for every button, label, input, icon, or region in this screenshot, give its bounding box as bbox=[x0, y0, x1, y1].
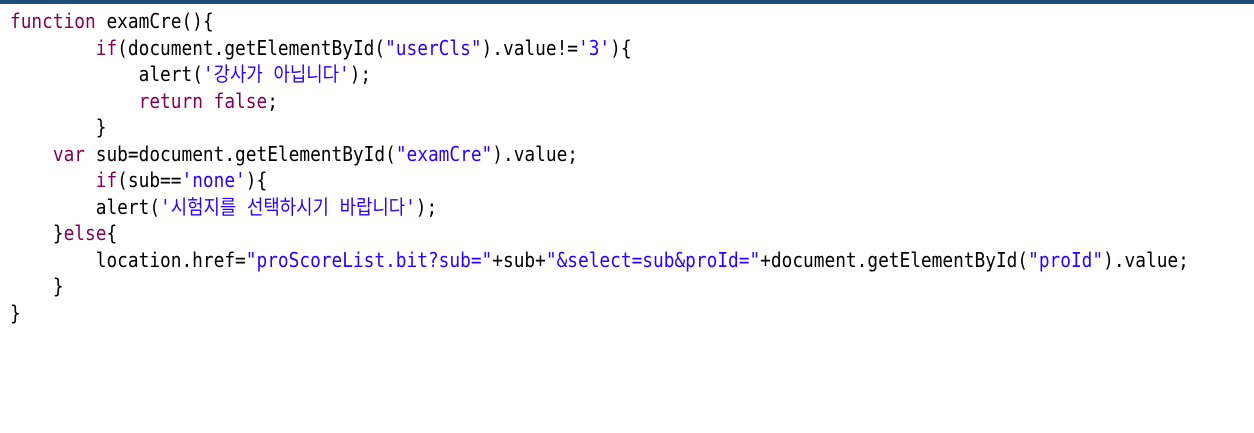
code-line: if(document.getElementById("userCls").va… bbox=[10, 35, 1189, 62]
code-keyword: else bbox=[63, 221, 107, 245]
code-text: ); bbox=[415, 194, 438, 219]
code-keyword: if bbox=[95, 168, 118, 192]
top-border bbox=[0, 0, 1254, 4]
code-line: }else{ bbox=[10, 220, 1189, 247]
code-text: ){ bbox=[610, 35, 632, 60]
code-text: } bbox=[52, 274, 64, 298]
code-text: alert( bbox=[138, 62, 203, 86]
code-line: return false; bbox=[10, 88, 1189, 115]
code-line: alert('시험지를 선택하시기 바랍니다'); bbox=[10, 194, 1189, 221]
code-string: "&select=sub&proId=" bbox=[545, 247, 761, 272]
code-text: } bbox=[95, 115, 107, 139]
code-text: examCre(){ bbox=[95, 9, 214, 33]
code-text: ).value; bbox=[492, 141, 579, 166]
code-string: "examCre" bbox=[395, 141, 493, 166]
code-line: alert('강사가 아닙니다'); bbox=[10, 61, 1189, 88]
code-line: } bbox=[10, 114, 1189, 141]
code-string: "proScoreList.bit?sub=" bbox=[245, 247, 493, 272]
code-text: } bbox=[10, 300, 21, 325]
code-keyword: function bbox=[10, 9, 96, 33]
code-line: function examCre(){ bbox=[10, 8, 1189, 35]
code-string: 'none' bbox=[181, 168, 246, 192]
code-text: (document.getElementById( bbox=[117, 35, 386, 60]
code-text: { bbox=[106, 221, 118, 245]
code-keyword: var bbox=[52, 141, 86, 166]
code-line: if(sub=='none'){ bbox=[10, 167, 1189, 194]
code-string: '3' bbox=[578, 35, 611, 60]
code-text: ).value!= bbox=[481, 35, 579, 60]
code-text: location.href= bbox=[95, 247, 246, 272]
code-text: ; bbox=[267, 88, 278, 113]
code-line: var sub=document.getElementById("examCre… bbox=[10, 141, 1189, 168]
code-editor[interactable]: function examCre(){ if(document.getEleme… bbox=[10, 8, 1189, 326]
code-text: alert( bbox=[95, 194, 161, 219]
code-text: sub=document.getElementById( bbox=[85, 141, 396, 166]
code-keyword: return bbox=[138, 88, 203, 113]
code-keyword: false bbox=[213, 88, 268, 113]
code-text: +document.getElementById( bbox=[760, 247, 1029, 272]
code-string: '시험지를 선택하시기 바랍니다' bbox=[160, 194, 416, 219]
code-text: ); bbox=[349, 62, 372, 86]
code-line: } bbox=[10, 273, 1189, 300]
code-text: } bbox=[52, 221, 64, 245]
code-line: } bbox=[10, 300, 1189, 327]
code-string: '강사가 아닙니다' bbox=[202, 62, 350, 86]
code-text: (sub== bbox=[117, 168, 182, 192]
code-line: location.href="proScoreList.bit?sub="+su… bbox=[10, 247, 1189, 274]
code-string: "userCls" bbox=[385, 35, 482, 60]
code-text: ).value; bbox=[1103, 247, 1189, 272]
code-text: ){ bbox=[245, 168, 268, 192]
code-keyword: if bbox=[95, 35, 118, 60]
code-text: +sub+ bbox=[492, 247, 546, 272]
code-string: "proId" bbox=[1028, 247, 1104, 272]
